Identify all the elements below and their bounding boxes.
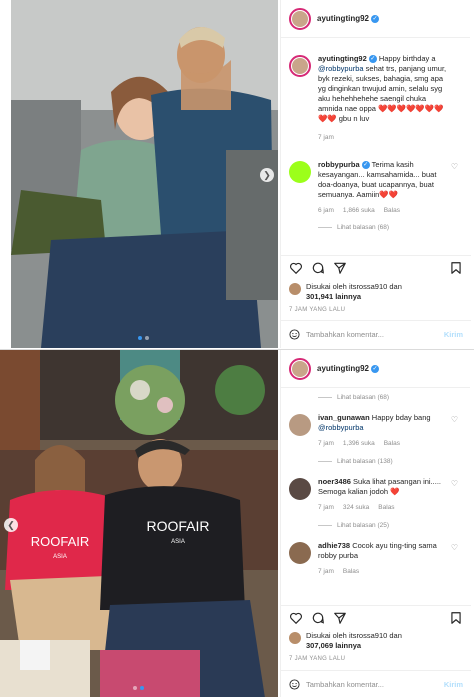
liked-by-text[interactable]: Disukai oleh itsrossa910 dan <box>306 282 402 291</box>
mention-link[interactable]: @robbypurba <box>318 64 364 73</box>
chevron-right-icon[interactable]: ❯ <box>260 168 274 182</box>
likes-summary: Disukai oleh itsrossa910 dan 307,069 lai… <box>289 631 464 651</box>
comment-time: 6 jam <box>318 207 334 214</box>
action-bar <box>281 255 471 279</box>
reply-button[interactable]: Balas <box>384 439 400 449</box>
username[interactable]: ayutingting92 <box>317 14 369 23</box>
post-photo-2[interactable]: ROOFAIR ASIA ROOFAIR ASIA ❮ <box>0 350 278 697</box>
reply-button[interactable]: Balas <box>343 567 359 577</box>
reply-button[interactable]: Balas <box>384 206 400 216</box>
avatar[interactable] <box>289 161 311 183</box>
post-sidebar-1: ayutingting92 ✓ ayutingting92 ✓ Happy bir… <box>280 0 471 348</box>
comment-username[interactable]: ivan_gunawan <box>318 413 370 422</box>
post-timestamp: 7 JAM YANG LALU <box>289 656 346 662</box>
comment-item: noer3486 Suka lihat pasangan ini..... Se… <box>281 477 470 513</box>
shirt-subtext: ASIA <box>171 539 185 545</box>
view-replies-link[interactable]: Lihat balasan (138) <box>318 458 470 465</box>
comment-likes[interactable]: 1,396 suka <box>343 439 375 449</box>
comment-input[interactable]: Tambahkan komentar... <box>306 680 384 689</box>
chevron-left-icon[interactable]: ❮ <box>4 518 18 532</box>
comment-icon[interactable] <box>311 261 325 275</box>
comment-time: 7 jam <box>318 568 334 575</box>
verified-icon: ✓ <box>371 14 380 23</box>
post-button[interactable]: Kirim <box>444 680 463 689</box>
heart-icon[interactable] <box>289 261 303 275</box>
post-panel-1: ❯ ayutingting92 ✓ ayutingting92 ✓ Happy b… <box>0 0 474 348</box>
view-replies-link[interactable]: Lihat balasan (25) <box>318 522 470 529</box>
comment-item: ivan_gunawan Happy bday bang @robbypurba… <box>281 413 470 449</box>
add-comment-bar: Tambahkan komentar... Kirim <box>281 320 471 348</box>
caption-time: 7 jam <box>318 134 334 141</box>
verified-icon: ✓ <box>361 161 370 170</box>
smile-icon[interactable] <box>289 329 300 340</box>
post-sidebar-2: ayutingting92 ✓ Lihat balasan (68) ivan_… <box>280 350 471 697</box>
comment-time: 7 jam <box>318 504 334 511</box>
comment-item: robbypurba ✓ Terima kasih kesayangan... k… <box>281 160 470 216</box>
post-timestamp: 7 JAM YANG LALU <box>289 307 346 313</box>
comment-username[interactable]: robbypurba <box>318 160 360 169</box>
avatar[interactable] <box>289 542 311 564</box>
username[interactable]: ayutingting92 <box>317 364 369 373</box>
avatar[interactable] <box>289 478 311 500</box>
couple-photo-image <box>11 0 278 348</box>
action-bar <box>281 605 471 629</box>
avatar[interactable] <box>289 55 311 77</box>
avatar <box>289 283 301 295</box>
avatar[interactable] <box>289 7 311 30</box>
comment-icon[interactable] <box>311 611 325 625</box>
share-icon[interactable] <box>333 611 347 625</box>
likes-count[interactable]: 307,069 lainnya <box>306 641 361 650</box>
comment-time: 7 jam <box>318 440 334 447</box>
avatar[interactable] <box>289 414 311 436</box>
add-comment-bar: Tambahkan komentar... Kirim <box>281 670 471 697</box>
avatar <box>289 632 301 644</box>
reply-button[interactable]: Balas <box>378 503 394 513</box>
heart-icon[interactable]: ♡ <box>451 479 458 488</box>
mention-link[interactable]: @robbypurba <box>318 423 364 432</box>
comment-username[interactable]: adhie738 <box>318 541 350 550</box>
shirt-subtext: ASIA <box>53 554 67 560</box>
verified-icon: ✓ <box>371 364 380 373</box>
likes-count[interactable]: 301,941 lainnya <box>306 292 361 301</box>
comment-text: Happy bday bang <box>369 413 431 422</box>
caption: ayutingting92 ✓ Happy birthday a @robbypu… <box>281 54 470 143</box>
heart-icon[interactable]: ♡ <box>451 543 458 552</box>
caption-username[interactable]: ayutingting92 <box>318 54 367 63</box>
avatar[interactable] <box>289 357 311 380</box>
likes-summary: Disukai oleh itsrossa910 dan 301,941 lai… <box>289 282 464 302</box>
view-replies-link[interactable]: Lihat balasan (68) <box>318 224 470 231</box>
comment-input[interactable]: Tambahkan komentar... <box>306 330 384 339</box>
comment-likes[interactable]: 1,866 suka <box>343 206 375 216</box>
shirt-text: ROOFAIR <box>31 534 90 549</box>
comment-username[interactable]: noer3486 <box>318 477 351 486</box>
smile-icon[interactable] <box>289 679 300 690</box>
share-icon[interactable] <box>333 261 347 275</box>
post-header: ayutingting92 ✓ <box>281 350 470 388</box>
comment-likes[interactable]: 324 suka <box>343 503 369 513</box>
liked-by-text[interactable]: Disukai oleh itsrossa910 dan <box>306 631 402 640</box>
heart-icon[interactable]: ♡ <box>451 162 458 171</box>
post-panel-2: ROOFAIR ASIA ROOFAIR ASIA ❮ ayutingting9… <box>0 349 474 697</box>
bookmark-icon[interactable] <box>449 261 463 275</box>
heart-icon[interactable]: ♡ <box>451 415 458 424</box>
post-photo-1[interactable]: ❯ <box>11 0 278 348</box>
comment-item: adhie738 Cocok ayu ting-ting sama robby … <box>281 541 470 577</box>
carousel-dots <box>133 686 144 690</box>
verified-icon: ✓ <box>368 55 377 64</box>
post-button[interactable]: Kirim <box>444 330 463 339</box>
couple-photo-image: ROOFAIR ASIA ROOFAIR ASIA <box>0 350 278 697</box>
caption-text: Happy birthday a <box>376 54 436 63</box>
carousel-dots <box>138 336 149 340</box>
shirt-text: ROOFAIR <box>146 518 209 534</box>
view-replies-link[interactable]: Lihat balasan (68) <box>318 394 470 401</box>
heart-icon[interactable] <box>289 611 303 625</box>
post-header: ayutingting92 ✓ <box>281 0 470 38</box>
bookmark-icon[interactable] <box>449 611 463 625</box>
